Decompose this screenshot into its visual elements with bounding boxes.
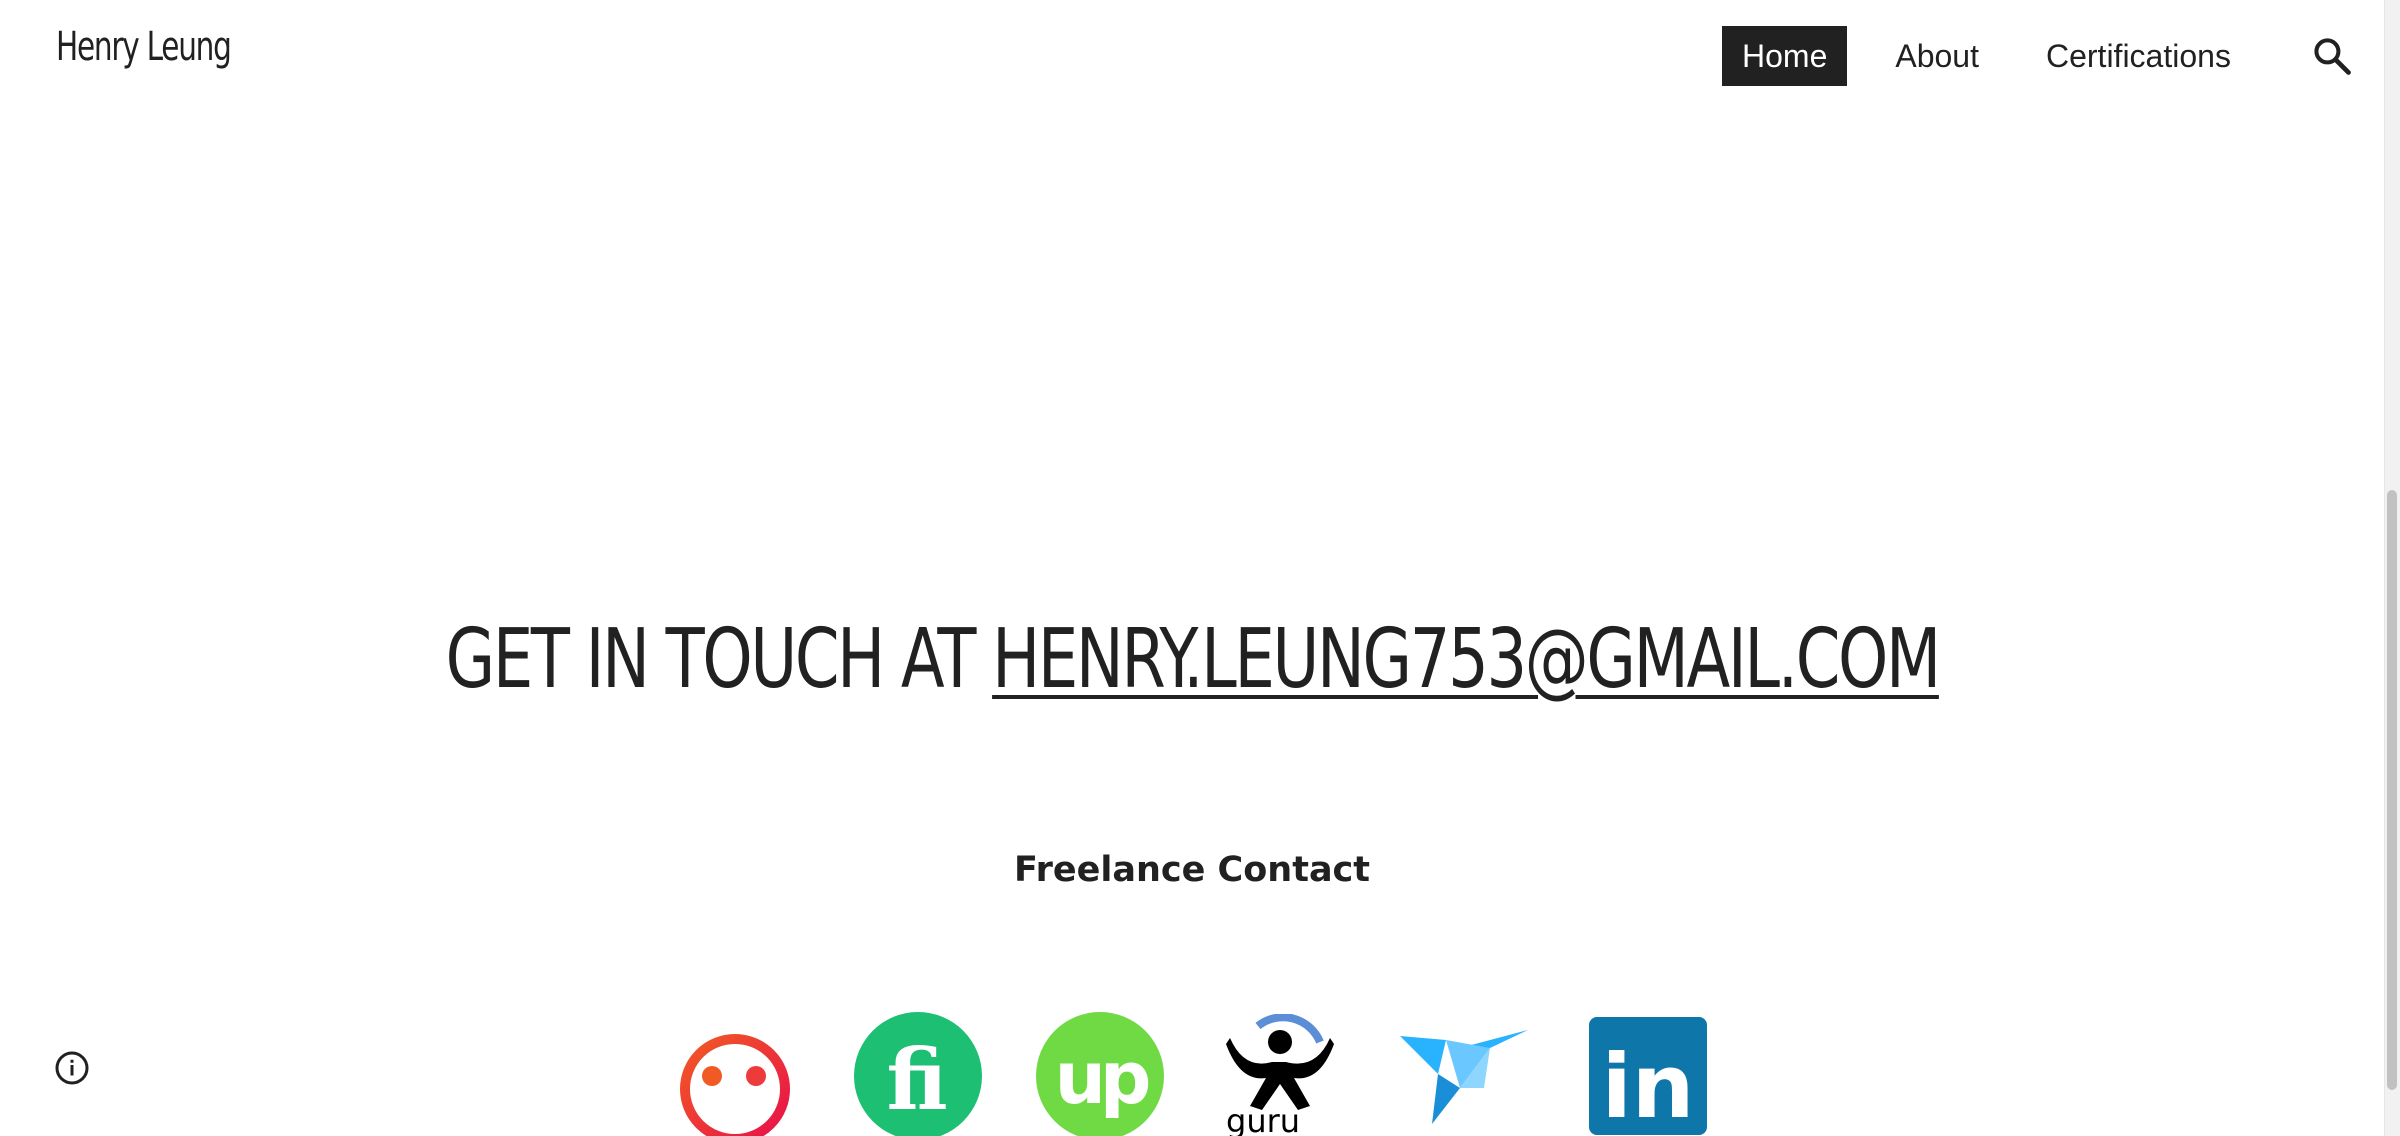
svg-text:in: in (1602, 1035, 1695, 1135)
info-icon[interactable] (54, 1050, 90, 1086)
page: Henry Leung Home About Certifications GE… (0, 0, 2400, 1136)
nav-item-about[interactable]: About (1875, 26, 1999, 86)
guru-logo[interactable]: guru (1220, 1014, 1340, 1136)
headline-text: GET IN TOUCH AT (445, 612, 992, 707)
nav-item-certifications[interactable]: Certifications (2026, 26, 2251, 86)
scrollbar-thumb[interactable] (2387, 490, 2397, 1090)
contact-headline: GET IN TOUCH AT HENRY.LEUNG753@GMAIL.COM (0, 612, 2384, 707)
site-title[interactable]: Henry Leung (56, 24, 232, 70)
freelance-contact-heading: Freelance Contact (1013, 850, 1371, 890)
search-icon (2314, 38, 2351, 75)
svg-text:guru: guru (1226, 1102, 1300, 1136)
nav-item-home[interactable]: Home (1722, 26, 1848, 86)
upwork-logo[interactable]: up (1035, 1011, 1165, 1136)
fiverr-logo[interactable]: fi (853, 1011, 983, 1136)
email-link[interactable]: HENRY.LEUNG753@GMAIL.COM (992, 612, 1941, 707)
linkedin-logo[interactable]: in (1589, 1017, 1707, 1135)
svg-text:up: up (1055, 1036, 1149, 1120)
top-nav: Home About Certifications (1722, 26, 2251, 86)
search-button[interactable] (2310, 34, 2354, 78)
peopleperhour-logo[interactable] (678, 1032, 792, 1136)
freelancer-logo[interactable] (1400, 1028, 1530, 1126)
svg-text:fi: fi (886, 1030, 947, 1129)
